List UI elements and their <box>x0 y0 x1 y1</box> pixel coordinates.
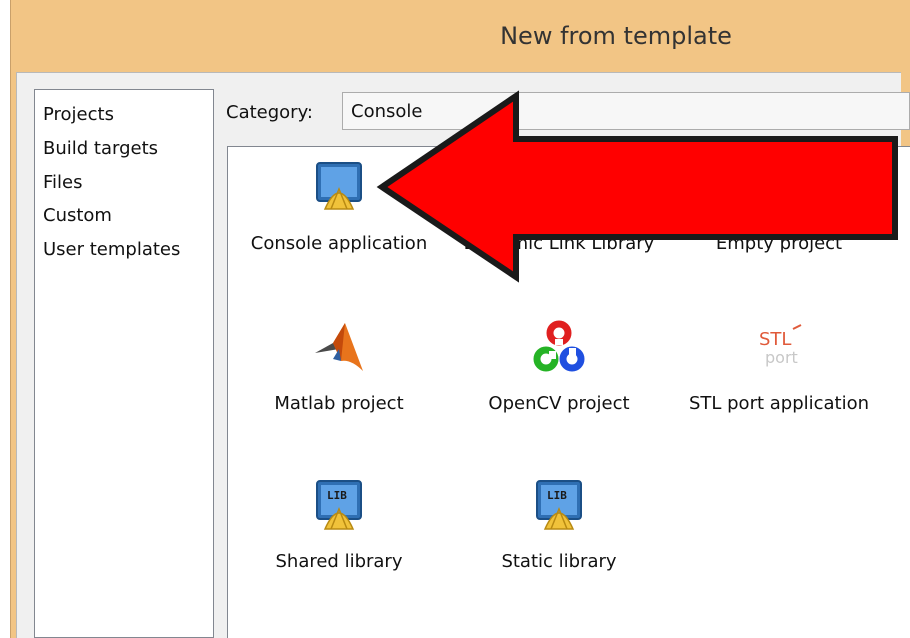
stl-text: STL <box>759 329 791 350</box>
category-item-projects[interactable]: Projects <box>43 104 114 126</box>
category-item-build-targets[interactable]: Build targets <box>43 138 158 160</box>
lib-text: LIB <box>547 489 567 502</box>
template-shared-library[interactable]: LIB Shared library <box>234 477 444 572</box>
category-dropdown[interactable]: Console <box>342 92 910 130</box>
template-label: Shared library <box>275 551 403 572</box>
template-stl-port-application[interactable]: STL port STL port application <box>674 319 884 414</box>
category-item-user-templates[interactable]: User templates <box>43 239 180 261</box>
category-item-files[interactable]: Files <box>43 172 83 194</box>
template-label: STL port application <box>688 393 870 414</box>
template-static-library[interactable]: LIB Static library <box>454 477 664 572</box>
template-label: Static library <box>501 551 617 572</box>
template-label: Matlab project <box>274 393 404 414</box>
left-edge <box>0 0 10 638</box>
template-label: Empty project <box>715 233 843 254</box>
screen: New from template Projects Build targets… <box>0 0 910 638</box>
window-title: New from template <box>500 22 732 50</box>
category-label: Category: <box>226 102 313 123</box>
template-opencv-project[interactable]: OpenCV project <box>454 319 664 414</box>
console-app-icon <box>316 162 362 210</box>
category-list: Projects Build targets Files Custom User… <box>34 89 214 638</box>
template-label: Dynamic Link Library <box>463 233 655 254</box>
port-text: port <box>765 348 798 367</box>
opencv-icon <box>533 320 585 372</box>
lib-icon: LIB <box>316 480 362 530</box>
template-empty-project[interactable]: Empty project <box>674 159 884 254</box>
empty-project-icon <box>760 164 798 206</box>
category-dropdown-value: Console <box>351 101 423 122</box>
template-dynamic-link-library[interactable]: Dynamic Link Library <box>454 159 664 254</box>
stlport-icon: STL port <box>759 324 802 367</box>
dll-icon <box>536 162 582 210</box>
lib-icon: LIB <box>536 480 582 530</box>
category-item-custom[interactable]: Custom <box>43 205 112 227</box>
matlab-icon <box>315 323 363 371</box>
template-label: Console application <box>250 233 428 254</box>
lib-text: LIB <box>327 489 347 502</box>
templates-panel: Console application Dynamic Link Library… <box>227 146 910 638</box>
template-label: OpenCV project <box>488 393 630 414</box>
template-console-application[interactable]: Console application <box>234 159 444 254</box>
template-matlab-project[interactable]: Matlab project <box>234 319 444 414</box>
